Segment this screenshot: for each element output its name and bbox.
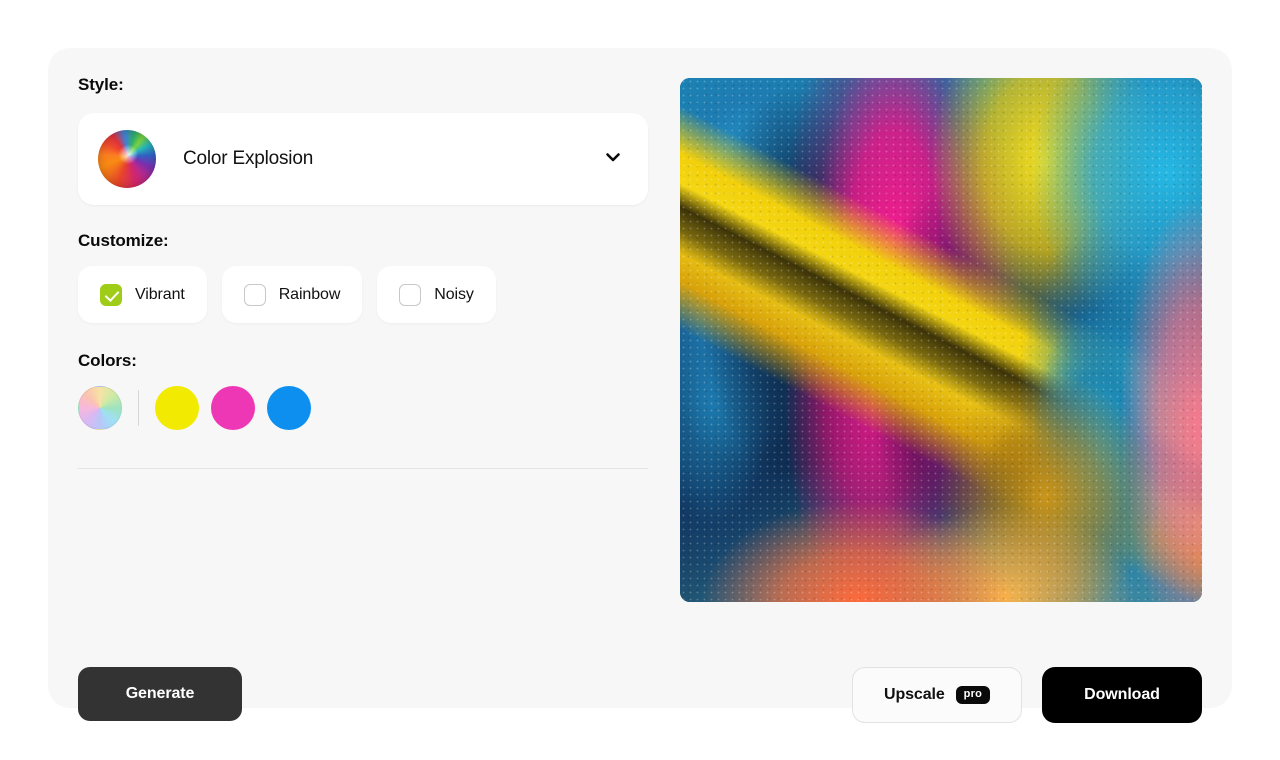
customize-label: Customize:: [78, 231, 169, 250]
preview-layer-vignette: [680, 78, 1202, 602]
generator-card: Style: Color Explosion Customize: Vibran…: [48, 48, 1232, 723]
swatch-yellow[interactable]: [155, 386, 199, 430]
colors-label: Colors:: [78, 351, 137, 370]
option-vibrant[interactable]: Vibrant: [78, 266, 207, 323]
checkbox-rainbow[interactable]: [243, 283, 266, 306]
download-button[interactable]: Download: [1042, 667, 1202, 723]
section-divider: [78, 468, 648, 469]
swatch-blue[interactable]: [267, 386, 311, 430]
color-swatches: [78, 386, 680, 430]
preview-panel: Upscale pro Download: [680, 78, 1202, 723]
preview-image[interactable]: [680, 78, 1202, 602]
option-noisy[interactable]: Noisy: [377, 266, 496, 323]
generate-button[interactable]: Generate: [78, 667, 242, 721]
pro-badge: pro: [955, 686, 990, 704]
color-wheel-picker-icon[interactable]: [78, 386, 122, 430]
option-label-vibrant: Vibrant: [135, 285, 185, 303]
checkbox-noisy[interactable]: [399, 283, 422, 306]
style-select[interactable]: Color Explosion: [78, 113, 648, 205]
option-rainbow[interactable]: Rainbow: [221, 266, 363, 323]
customize-options: Vibrant Rainbow Noisy: [78, 266, 680, 323]
preview-actions: Upscale pro Download: [680, 667, 1202, 723]
option-label-noisy: Noisy: [434, 285, 474, 303]
upscale-label: Upscale: [884, 686, 945, 703]
controls-panel: Style: Color Explosion Customize: Vibran…: [78, 75, 680, 721]
color-burst-thumbnail-icon: [98, 130, 156, 188]
checkbox-vibrant[interactable]: [100, 283, 122, 306]
swatch-divider: [138, 390, 139, 426]
swatch-magenta[interactable]: [211, 386, 255, 430]
chevron-down-icon[interactable]: [602, 146, 624, 173]
style-selected-value: Color Explosion: [183, 148, 314, 169]
option-label-rainbow: Rainbow: [278, 285, 341, 303]
style-label: Style:: [78, 75, 124, 94]
upscale-button[interactable]: Upscale pro: [852, 667, 1022, 723]
